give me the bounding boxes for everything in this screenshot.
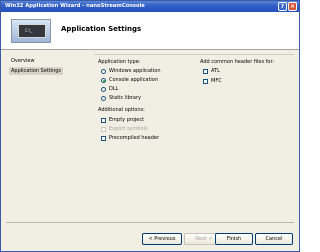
radio-windows-application[interactable]: Windows application <box>101 68 161 74</box>
additional-options-label: Additional options: <box>98 107 145 113</box>
console-prompt-text: C:\_ <box>25 28 33 33</box>
radio-console-application[interactable]: Console application <box>101 77 158 83</box>
radio-label: Windows application <box>109 68 161 74</box>
cancel-button[interactable]: Cancel <box>255 233 293 245</box>
wizard-header: C:\_ Application Settings <box>1 12 299 50</box>
radio-static-library[interactable]: Static library <box>101 95 141 101</box>
checkbox-precompiled-header[interactable]: Precompiled header <box>101 135 159 141</box>
console-window-icon: C:\_ <box>11 19 51 43</box>
checkbox-atl[interactable]: ATL <box>203 68 220 74</box>
previous-button[interactable]: < Previous <box>142 233 182 245</box>
checkbox-indicator <box>101 126 106 132</box>
checkbox-indicator[interactable] <box>101 135 106 141</box>
title-bar[interactable]: Win32 Application Wizard - nanoStreamCon… <box>1 1 299 12</box>
header-files-label: Add common header files for: <box>200 59 275 65</box>
checkbox-indicator[interactable] <box>203 78 208 84</box>
checkbox-label: MFC <box>211 78 222 84</box>
nav-item-application-settings[interactable]: Application Settings <box>9 67 64 75</box>
checkbox-indicator[interactable] <box>101 117 106 123</box>
finish-button[interactable]: Finish <box>215 233 253 245</box>
help-button[interactable]: ? <box>278 2 287 11</box>
page-title: Application Settings <box>61 25 142 33</box>
radio-indicator[interactable] <box>101 68 106 74</box>
window-title: Win32 Application Wizard - nanoStreamCon… <box>5 3 145 9</box>
checkbox-label: Export symbols <box>109 126 148 132</box>
checkbox-export-symbols: Export symbols <box>101 126 148 132</box>
checkbox-label: Empty project <box>109 117 145 123</box>
radio-label: Static library <box>109 95 141 101</box>
checkbox-empty-project[interactable]: Empty project <box>101 117 144 123</box>
wizard-window: Win32 Application Wizard - nanoStreamCon… <box>0 0 300 252</box>
checkbox-indicator[interactable] <box>203 68 208 74</box>
radio-indicator[interactable] <box>101 86 106 92</box>
checkbox-label: Precompiled header <box>109 135 160 141</box>
settings-panel: Application type: Windows application Co… <box>94 54 294 220</box>
close-button[interactable]: × <box>288 2 297 11</box>
application-type-label: Application type: <box>98 59 141 65</box>
radio-dll[interactable]: DLL <box>101 86 118 92</box>
nav-item-overview[interactable]: Overview <box>11 58 35 64</box>
console-screen: C:\_ <box>18 24 46 38</box>
wizard-nav: Overview Application Settings <box>1 50 89 220</box>
checkbox-mfc[interactable]: MFC <box>203 78 222 84</box>
checkbox-label: ATL <box>211 68 220 74</box>
footer-divider <box>6 222 294 223</box>
radio-indicator[interactable] <box>101 77 106 83</box>
radio-label: DLL <box>109 86 119 92</box>
radio-label: Console application <box>109 77 159 83</box>
radio-indicator[interactable] <box>101 95 106 101</box>
